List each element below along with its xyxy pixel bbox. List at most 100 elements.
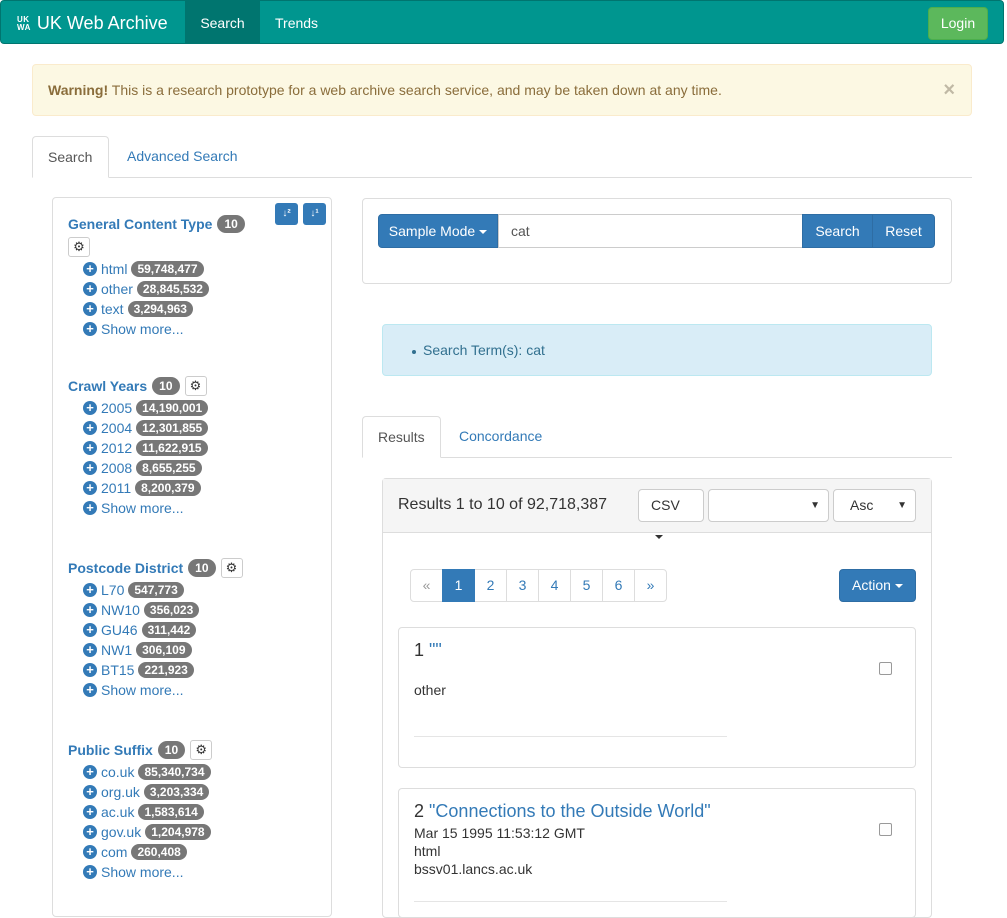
- tab-search[interactable]: Search: [32, 136, 109, 178]
- list-item[interactable]: + text 3,294,963: [83, 299, 245, 319]
- sort-descending-icon[interactable]: ↓¹: [303, 203, 326, 225]
- plus-circle-icon: +: [83, 825, 97, 839]
- top-navbar: UK WA UK Web Archive Search Trends Login: [0, 0, 1004, 44]
- facet-title[interactable]: Crawl Years: [68, 378, 147, 394]
- page-prev[interactable]: «: [410, 569, 443, 602]
- result-title: 2 "Connections to the Outside World": [414, 801, 711, 821]
- show-more-link[interactable]: + Show more...: [83, 498, 208, 518]
- result-checkbox[interactable]: [879, 662, 892, 675]
- sort-ascending-icon[interactable]: ↓²: [275, 203, 298, 225]
- list-item[interactable]: + com 260,408: [83, 842, 212, 862]
- facet-title[interactable]: General Content Type: [68, 216, 212, 232]
- plus-circle-icon: +: [83, 845, 97, 859]
- sort-order-select[interactable]: Asc ▼: [833, 489, 916, 522]
- sample-mode-dropdown[interactable]: Sample Mode: [378, 214, 498, 248]
- page-3[interactable]: 3: [506, 569, 539, 602]
- show-more-link[interactable]: + Show more...: [83, 862, 212, 882]
- results-summary: Results 1 to 10 of 92,718,387: [398, 496, 608, 513]
- caret-down-icon: [655, 535, 663, 540]
- plus-circle-icon: +: [83, 603, 97, 617]
- result-date: Mar 15 1995 11:53:12 GMT: [414, 825, 585, 841]
- list-item[interactable]: + NW10 356,023: [83, 600, 243, 620]
- plus-circle-icon: +: [83, 421, 97, 435]
- list-item[interactable]: +2005 14,190,001: [83, 398, 209, 418]
- page-5[interactable]: 5: [570, 569, 603, 602]
- pagination: « 1 2 3 4 5 6 »: [410, 569, 667, 602]
- facet-postcode-district: Postcode District 10 ⚙ + L70 547,773 + NW10…: [68, 557, 243, 700]
- show-more-link[interactable]: + Show more...: [83, 319, 245, 339]
- list-item[interactable]: + html 59,748,477: [83, 259, 245, 279]
- plus-circle-icon: +: [83, 643, 97, 657]
- facet-title[interactable]: Public Suffix: [68, 742, 153, 758]
- facet-count-badge: 10: [157, 741, 186, 759]
- facet-title[interactable]: Postcode District: [68, 560, 183, 576]
- facet-count-badge: 10: [217, 215, 245, 233]
- result-type: html: [414, 843, 441, 859]
- gear-icon[interactable]: ⚙: [184, 376, 207, 396]
- plus-circle-icon: +: [83, 322, 97, 336]
- result-link[interactable]: "": [429, 640, 442, 660]
- plus-circle-icon: +: [83, 461, 97, 475]
- gear-icon[interactable]: ⚙: [68, 237, 90, 257]
- facet-crawl-years: Crawl Years 10 ⚙ +2005 14,190,001 +2004 12…: [68, 375, 209, 518]
- list-item[interactable]: + ac.uk 1,583,614: [83, 802, 212, 822]
- list-item[interactable]: + BT15 221,923: [83, 660, 243, 680]
- plus-circle-icon: +: [83, 302, 97, 316]
- login-button[interactable]: Login: [928, 7, 988, 40]
- list-item[interactable]: +2011 8,200,379: [83, 478, 208, 498]
- caret-down-icon: [479, 230, 488, 235]
- list-item[interactable]: + NW1 306,109: [83, 640, 243, 660]
- brand-link[interactable]: UK WA UK Web Archive: [17, 1, 168, 45]
- page-4[interactable]: 4: [538, 569, 571, 602]
- plus-circle-icon: +: [83, 401, 97, 415]
- page-6[interactable]: 6: [602, 569, 635, 602]
- list-item[interactable]: + L70 547,773: [83, 580, 243, 600]
- facet-content-type: General Content Type 10 ⚙ + html 59,748,47…: [68, 213, 245, 339]
- select-arrow-icon: ▼: [810, 500, 820, 511]
- alert-text: This is a research prototype for a web a…: [108, 82, 722, 98]
- list-item[interactable]: +2004 12,301,855: [83, 418, 209, 438]
- export-format-dropdown[interactable]: CSV: [638, 489, 704, 540]
- sort-field-select[interactable]: ▼: [708, 489, 829, 522]
- result-host: bssv01.lancs.ac.uk: [414, 861, 533, 877]
- list-item[interactable]: + GU46 311,442: [83, 620, 243, 640]
- list-item[interactable]: + org.uk 3,203,334: [83, 782, 212, 802]
- list-item[interactable]: +2008 8,655,255: [83, 458, 208, 478]
- tab-advanced-search[interactable]: Advanced Search: [112, 136, 253, 178]
- plus-circle-icon: +: [83, 282, 97, 296]
- facet-public-suffix: Public Suffix 10 ⚙ + co.uk 85,340,734 + org…: [68, 739, 213, 882]
- result-link[interactable]: "Connections to the Outside World": [429, 801, 711, 821]
- plus-circle-icon: +: [83, 501, 97, 515]
- show-more-link[interactable]: + Show more...: [83, 680, 243, 700]
- list-item[interactable]: + co.uk 85,340,734: [83, 762, 212, 782]
- list-item[interactable]: + gov.uk 1,204,978: [83, 822, 212, 842]
- search-terms-info: Search Term(s): cat: [382, 324, 932, 376]
- reset-button[interactable]: Reset: [872, 214, 935, 248]
- plus-circle-icon: +: [83, 481, 97, 495]
- search-button[interactable]: Search: [802, 214, 873, 248]
- nav-search[interactable]: Search: [185, 1, 260, 43]
- close-icon[interactable]: ×: [943, 79, 955, 102]
- page-1[interactable]: 1: [442, 569, 475, 602]
- tab-results[interactable]: Results: [362, 416, 441, 458]
- page-2[interactable]: 2: [474, 569, 507, 602]
- result-divider: [414, 736, 727, 737]
- gear-icon[interactable]: ⚙: [190, 740, 213, 760]
- caret-down-icon: [894, 584, 903, 589]
- result-checkbox[interactable]: [879, 823, 892, 836]
- list-item[interactable]: + other 28,845,532: [83, 279, 245, 299]
- action-dropdown[interactable]: Action: [839, 569, 916, 602]
- page-next[interactable]: »: [634, 569, 667, 602]
- brand-name: UK Web Archive: [36, 12, 168, 33]
- result-card: 1 "" other: [398, 627, 916, 768]
- plus-circle-icon: +: [83, 583, 97, 597]
- result-type: other: [414, 682, 446, 698]
- plus-circle-icon: +: [83, 441, 97, 455]
- plus-circle-icon: +: [83, 805, 97, 819]
- search-term-item: Search Term(s): cat: [412, 342, 545, 358]
- search-input[interactable]: [498, 214, 803, 248]
- nav-trends[interactable]: Trends: [275, 1, 318, 43]
- list-item[interactable]: +2012 11,622,915: [83, 438, 208, 458]
- gear-icon[interactable]: ⚙: [220, 558, 243, 578]
- tab-concordance[interactable]: Concordance: [444, 416, 557, 458]
